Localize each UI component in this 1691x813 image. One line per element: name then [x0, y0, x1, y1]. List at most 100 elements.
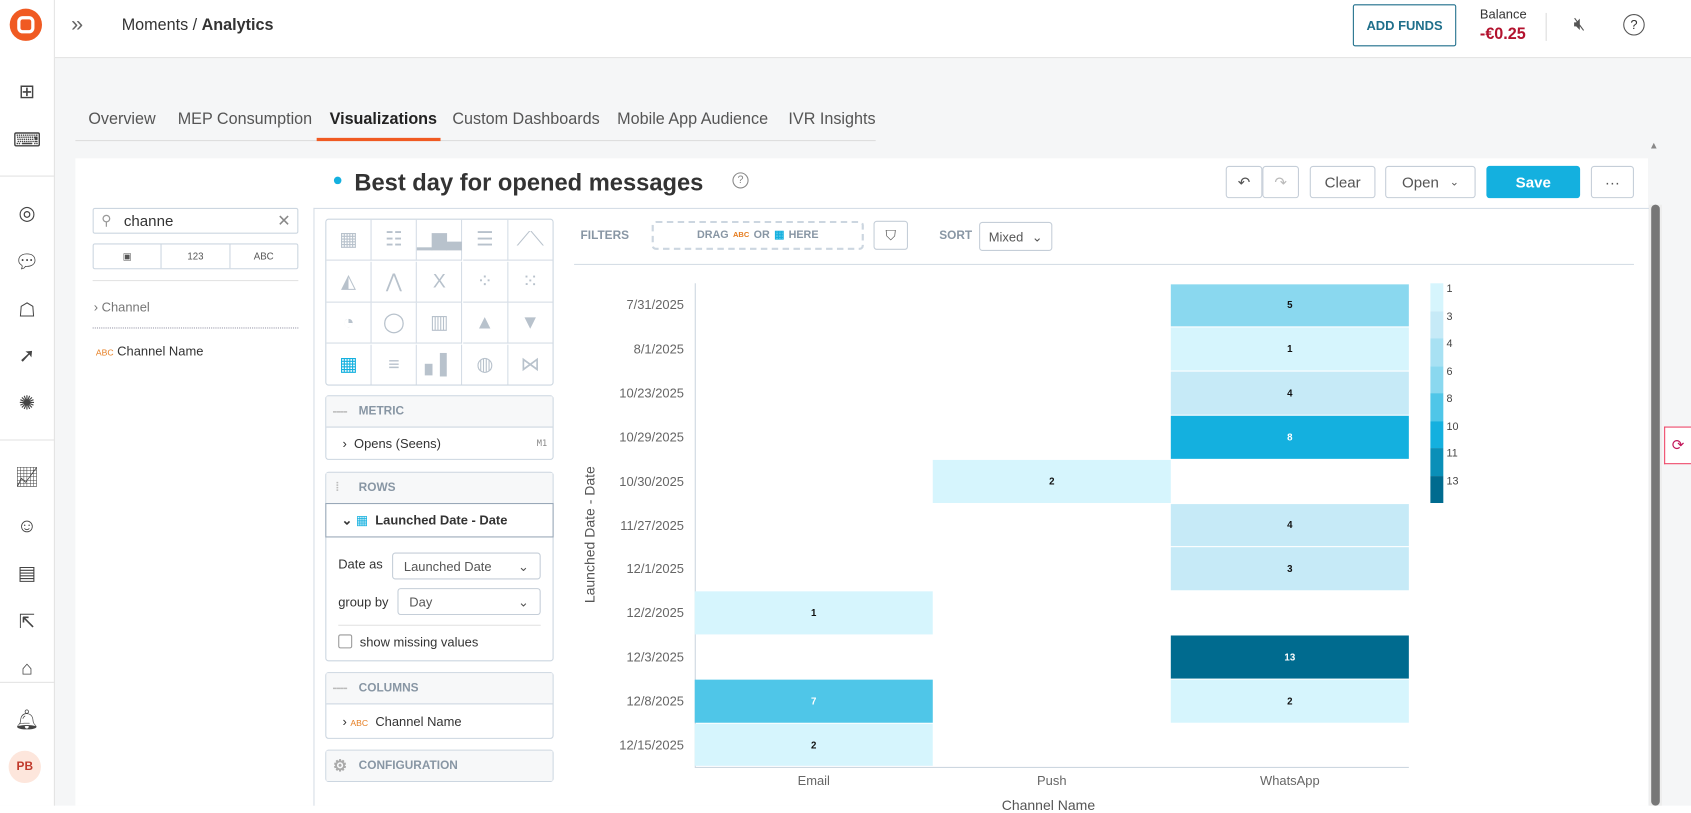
legend-label: 11 [1446, 448, 1458, 460]
help-icon[interactable]: ? [1623, 14, 1645, 36]
sort-value: Mixed [988, 228, 1024, 244]
apps-add-icon[interactable]: ⊞ [14, 79, 40, 105]
tab-visualizations[interactable]: Visualizations [330, 110, 437, 128]
combo-chart-icon: ⋀ [385, 269, 402, 292]
rocket-icon[interactable]: ➚ [14, 343, 40, 369]
x-axis-title: Channel Name [1001, 797, 1096, 813]
chart-type-pie[interactable]: ◔ [326, 302, 372, 344]
logo-icon[interactable] [9, 8, 43, 41]
open-button[interactable]: Open ⌄ [1385, 165, 1476, 199]
store-icon[interactable]: ⌂ [14, 655, 40, 681]
expand-icon[interactable]: » [71, 13, 83, 38]
chart-type-combo[interactable]: ⋀ [371, 261, 418, 303]
tab-ivr-insights[interactable]: IVR Insights [788, 110, 875, 128]
chart-type-area[interactable]: ◭ [326, 261, 372, 303]
text-type-icon: ABC [95, 347, 114, 358]
group-by-select[interactable]: Day ⌄ [397, 588, 541, 616]
drag-label: DRAG [696, 229, 729, 242]
clear-search-icon[interactable]: ✕ [277, 211, 291, 230]
filter-button[interactable]: ⛉ [873, 220, 908, 250]
field-type-filter: ▣ 123 ABC [92, 243, 299, 270]
chevron-down-icon: ⌄ [518, 594, 529, 610]
show-missing-label: show missing values [359, 634, 479, 650]
breadcrumb-parent[interactable]: Moments [122, 16, 188, 34]
scroll-up-arrow[interactable]: ▲ [1649, 140, 1659, 151]
heatmap-chart-icon: ▦ [339, 352, 358, 375]
column-chart-icon: ▁▆▃ [416, 228, 462, 250]
chart-type-pyramid[interactable]: ▲ [462, 302, 508, 344]
avatar[interactable]: PB [8, 750, 41, 784]
tab-overview[interactable]: Overview [88, 110, 155, 128]
metric-icon: ╌╌ [332, 405, 348, 419]
tab-mep-consumption[interactable]: MEP Consumption [178, 110, 312, 128]
filter-drop-zone[interactable]: DRAG ABC OR ▦ HERE [651, 220, 864, 250]
heatmap-cell: 2 [1170, 679, 1409, 723]
add-funds-button[interactable]: ADD FUNDS [1352, 4, 1457, 47]
tab-mobile-app-audience[interactable]: Mobile App Audience [617, 110, 768, 128]
ai-icon[interactable]: ✺ [14, 390, 40, 416]
scrollbar[interactable] [1649, 204, 1662, 806]
field-channel-name[interactable]: ABC Channel Name [96, 344, 204, 359]
xy-chart-icon: X [432, 269, 446, 292]
legend-swatch [1430, 338, 1444, 366]
date-as-select[interactable]: Launched Date ⌄ [392, 552, 541, 580]
divider [0, 439, 55, 441]
more-button[interactable]: ··· [1590, 165, 1634, 199]
metric-item[interactable]: › Opens (Seens) M1 [326, 426, 553, 460]
row-field-item[interactable]: ⌄ ▦ Launched Date - Date [325, 503, 554, 538]
chart-type-treemap[interactable]: ▥ [417, 302, 463, 344]
chart-type-waterfall[interactable]: ▖▌ [417, 344, 463, 385]
numeric-filter-button[interactable]: 123 [162, 244, 231, 269]
feedback-tab[interactable]: ⟳ [1664, 426, 1691, 465]
chart-type-table[interactable]: ▦ [326, 219, 372, 261]
analytics-icon[interactable]: 📈︎ [14, 464, 40, 490]
developer-icon[interactable]: ⌨ [13, 127, 41, 153]
chart-type-bar[interactable]: ☰ [462, 219, 508, 261]
chat-icon[interactable]: 💬︎ [14, 249, 40, 275]
book-icon[interactable]: ▤ [14, 560, 40, 586]
legend-label: 13 [1446, 475, 1459, 488]
exports-icon[interactable]: ⇱ [14, 609, 40, 635]
chart-type-bubble[interactable]: ⁙ [508, 261, 553, 303]
chart-type-donut[interactable]: ◯ [371, 302, 418, 344]
chart-type-line[interactable]: ⟋⟍ [508, 219, 553, 261]
save-button[interactable]: Save [1486, 165, 1581, 199]
undo-button[interactable]: ↶ [1225, 165, 1263, 199]
help-icon[interactable]: ? [732, 172, 749, 189]
field-search-input[interactable]: ⚲ channe ✕ [92, 207, 299, 234]
redo-button[interactable]: ↷ [1262, 165, 1299, 199]
x-tick-label: Push [1037, 773, 1067, 789]
date-as-label: Date as [338, 556, 383, 572]
calculated-filter-button[interactable]: ▣ [94, 244, 162, 269]
legend-swatch [1430, 365, 1444, 394]
chart-type-funnel[interactable]: ▼ [508, 302, 553, 344]
date-as-value: Launched Date [403, 558, 492, 574]
chart-type-pivot[interactable]: ☷ [371, 219, 418, 261]
configuration-section[interactable]: ⚙ CONFIGURATION [325, 749, 554, 782]
text-filter-button[interactable]: ABC [230, 245, 297, 269]
bot-icon[interactable]: ☖ [14, 297, 40, 323]
chart-type-bullet[interactable]: ≡ [371, 344, 418, 385]
scrollbar-thumb[interactable] [1651, 204, 1660, 806]
sort-select[interactable]: Mixed ⌄ [979, 221, 1053, 251]
chart-type-column[interactable]: ▁▆▃ [416, 219, 463, 261]
mute-icon[interactable]: 🔇︎ [1574, 14, 1586, 36]
chart-type-heatmap[interactable]: ▦ [326, 344, 372, 385]
target-icon[interactable]: ◎ [14, 200, 40, 226]
people-icon[interactable]: ☺ [14, 513, 40, 539]
clear-button[interactable]: Clear [1309, 165, 1376, 199]
chart-type-sankey[interactable]: ⋈ [508, 344, 553, 385]
chart-type-dependency-wheel[interactable]: ◍ [462, 344, 508, 385]
divider [1545, 12, 1547, 41]
chart-type-xy[interactable]: X [417, 261, 463, 303]
tab-custom-dashboards[interactable]: Custom Dashboards [452, 110, 599, 128]
metric-heading: METRIC [358, 404, 405, 418]
chart-type-scatter[interactable]: ⁘ [462, 261, 508, 303]
field-group-channel[interactable]: › Channel [94, 299, 150, 314]
bubble-chart-icon: ⁙ [522, 269, 539, 292]
report-title[interactable]: Best day for opened messages [354, 169, 703, 197]
bell-icon[interactable]: 🔔︎ [14, 707, 40, 733]
column-field-item[interactable]: › ABC Channel Name [326, 703, 553, 739]
show-missing-checkbox[interactable] [338, 634, 353, 649]
heatmap-cell: 8 [1170, 415, 1409, 459]
